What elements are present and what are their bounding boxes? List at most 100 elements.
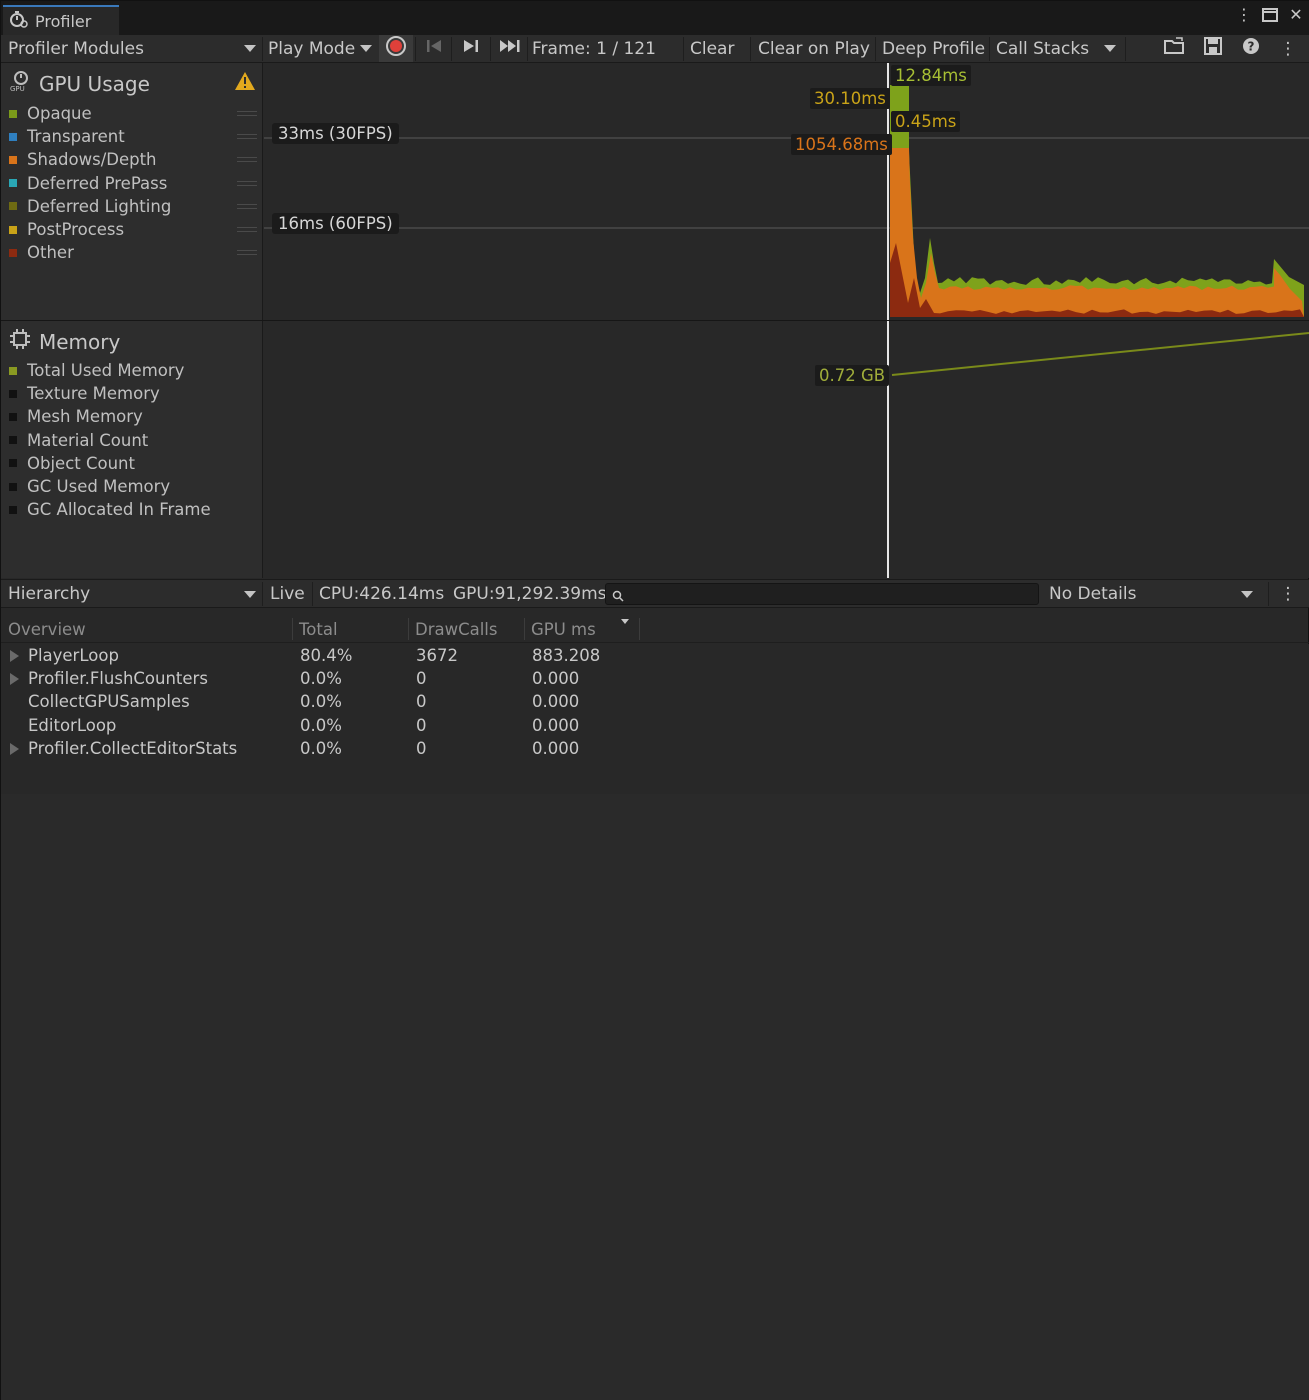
- gpu-legend-item[interactable]: Shadows/Depth: [9, 148, 257, 171]
- legend-label: Object Count: [27, 453, 135, 473]
- play-mode-label: Play Mode: [268, 38, 356, 59]
- column-header-overview[interactable]: Overview: [2, 615, 292, 643]
- mem-legend-item[interactable]: Mesh Memory: [9, 405, 257, 428]
- color-swatch: [9, 155, 17, 164]
- search-icon: [612, 587, 624, 606]
- profiler-icon: [9, 10, 29, 32]
- expand-arrow-icon[interactable]: [10, 650, 19, 662]
- clear-on-play-button[interactable]: Clear on Play: [758, 35, 870, 62]
- more-vert-icon: ⋮: [1279, 584, 1297, 604]
- drag-handle-icon[interactable]: [237, 180, 257, 186]
- table-row[interactable]: PlayerLoop 80.4% 3672 883.208: [1, 644, 1309, 667]
- gpu-legend-item[interactable]: Deferred Lighting: [9, 195, 257, 218]
- toolbar-more-button[interactable]: ⋮: [1279, 35, 1297, 62]
- memory-module-panel[interactable]: Memory Total Used Memory Texture Memory Me…: [1, 321, 263, 578]
- drag-handle-icon[interactable]: [237, 250, 257, 256]
- color-swatch: [9, 389, 17, 398]
- next-frame-button[interactable]: [460, 35, 482, 62]
- gpu-icon: GPU: [9, 70, 31, 97]
- drag-handle-icon[interactable]: [237, 203, 257, 209]
- call-stacks-button[interactable]: Call Stacks: [996, 35, 1089, 62]
- table-row[interactable]: CollectGPUSamples 0.0% 0 0.000: [1, 690, 1309, 713]
- mem-legend-item[interactable]: Texture Memory: [9, 382, 257, 405]
- close-icon[interactable]: ✕: [1288, 6, 1304, 24]
- step-back-icon: [426, 38, 442, 59]
- drag-handle-icon[interactable]: [237, 226, 257, 232]
- more-vert-icon[interactable]: ⋮: [1236, 6, 1252, 24]
- mem-legend-item[interactable]: Total Used Memory: [9, 359, 257, 382]
- value-label: 1054.68ms: [791, 134, 892, 155]
- profiler-modules-dropdown[interactable]: Profiler Modules: [8, 35, 258, 62]
- sort-descending-icon: [621, 619, 629, 624]
- mem-legend-item[interactable]: Object Count: [9, 452, 257, 475]
- gpu-usage-chart[interactable]: 33ms (30FPS) 16ms (60FPS) 12.84ms 30.10m…: [264, 63, 1309, 320]
- mem-legend-item[interactable]: GC Used Memory: [9, 475, 257, 498]
- row-drawcalls: 0: [416, 692, 427, 712]
- record-button[interactable]: [379, 35, 413, 62]
- save-button[interactable]: [1201, 35, 1225, 62]
- row-gpu-ms: 0.000: [532, 715, 580, 735]
- hierarchy-table: PlayerLoop 80.4% 3672 883.208 Profiler.Flush…: [1, 644, 1309, 794]
- expand-arrow-icon[interactable]: [10, 742, 19, 755]
- maximize-icon[interactable]: [1262, 6, 1278, 24]
- ref-line-label-30fps: 33ms (30FPS): [272, 123, 399, 144]
- step-forward-icon: [463, 38, 479, 59]
- details-dropdown[interactable]: No Details: [1049, 580, 1259, 608]
- expand-arrow-icon[interactable]: [10, 673, 19, 686]
- table-row[interactable]: Profiler.CollectEditorStats 0.0% 0 0.000: [1, 737, 1309, 760]
- drag-handle-icon[interactable]: [237, 157, 257, 163]
- row-name: PlayerLoop: [28, 646, 119, 665]
- svg-text:?: ?: [1248, 40, 1255, 54]
- gpu-legend-item[interactable]: Deferred PrePass: [9, 172, 257, 195]
- legend-label: Total Used Memory: [27, 361, 185, 381]
- load-button[interactable]: [1163, 35, 1187, 62]
- gpu-legend-item[interactable]: PostProcess: [9, 218, 257, 241]
- legend-label: Deferred Lighting: [27, 196, 172, 216]
- play-mode-dropdown[interactable]: Play Mode: [268, 35, 373, 62]
- legend-label: Other: [27, 243, 74, 263]
- value-label: 0.45ms: [891, 111, 961, 132]
- tab-profiler[interactable]: Profiler: [3, 5, 119, 35]
- color-swatch: [9, 482, 17, 491]
- view-type-label: Hierarchy: [8, 584, 91, 604]
- profiler-toolbar: Profiler Modules Play Mode Frame: 1 / 12…: [1, 35, 1309, 63]
- gpu-legend-item[interactable]: Transparent: [9, 125, 257, 148]
- help-button[interactable]: ?: [1239, 35, 1263, 62]
- table-row[interactable]: Profiler.FlushCounters 0.0% 0 0.000: [1, 667, 1309, 690]
- row-total: 0.0%: [300, 669, 342, 689]
- legend-label: Mesh Memory: [27, 407, 143, 427]
- value-label: 30.10ms: [810, 88, 890, 109]
- row-total: 80.4%: [300, 646, 353, 665]
- hierarchy-more-button[interactable]: ⋮: [1279, 580, 1297, 608]
- warning-icon[interactable]: [234, 71, 256, 95]
- drag-handle-icon[interactable]: [237, 134, 257, 140]
- gpu-legend-item[interactable]: Other: [9, 241, 257, 264]
- help-icon: ?: [1242, 37, 1260, 60]
- drag-handle-icon[interactable]: [237, 111, 257, 116]
- live-toggle[interactable]: Live: [270, 580, 305, 608]
- clear-button[interactable]: Clear: [690, 35, 734, 62]
- memory-legend: Total Used Memory Texture Memory Mesh Memo…: [9, 359, 257, 521]
- gpu-usage-module-panel[interactable]: GPU GPU Usage Opaque Transparent Shadows/D…: [1, 63, 263, 320]
- view-type-dropdown[interactable]: Hierarchy: [8, 580, 258, 608]
- gpu-legend-item[interactable]: Opaque: [9, 102, 257, 125]
- ref-line-label-60fps: 16ms (60FPS): [272, 213, 399, 234]
- table-row[interactable]: EditorLoop 0.0% 0 0.000: [1, 714, 1309, 737]
- call-stacks-dropdown[interactable]: [1099, 35, 1121, 62]
- row-total: 0.0%: [300, 692, 342, 712]
- deep-profile-button[interactable]: Deep Profile: [882, 35, 985, 62]
- mem-legend-item[interactable]: GC Allocated In Frame: [9, 498, 257, 521]
- previous-frame-button[interactable]: [423, 35, 445, 62]
- gpu-usage-label: GPU Usage: [39, 71, 150, 96]
- search-field[interactable]: [605, 583, 1039, 605]
- column-header-drawcalls[interactable]: DrawCalls: [409, 615, 525, 643]
- last-frame-button[interactable]: [497, 35, 523, 62]
- mem-legend-item[interactable]: Material Count: [9, 429, 257, 452]
- title-bar: Profiler ⋮ ✕: [1, 1, 1309, 35]
- legend-label: Transparent: [27, 127, 125, 147]
- row-gpu-ms: 0.000: [532, 669, 580, 689]
- column-header-total[interactable]: Total: [293, 615, 409, 643]
- memory-chart[interactable]: 0.72 GB: [264, 321, 1309, 578]
- profiler-modules-label: Profiler Modules: [8, 38, 144, 59]
- value-label: 12.84ms: [891, 65, 971, 86]
